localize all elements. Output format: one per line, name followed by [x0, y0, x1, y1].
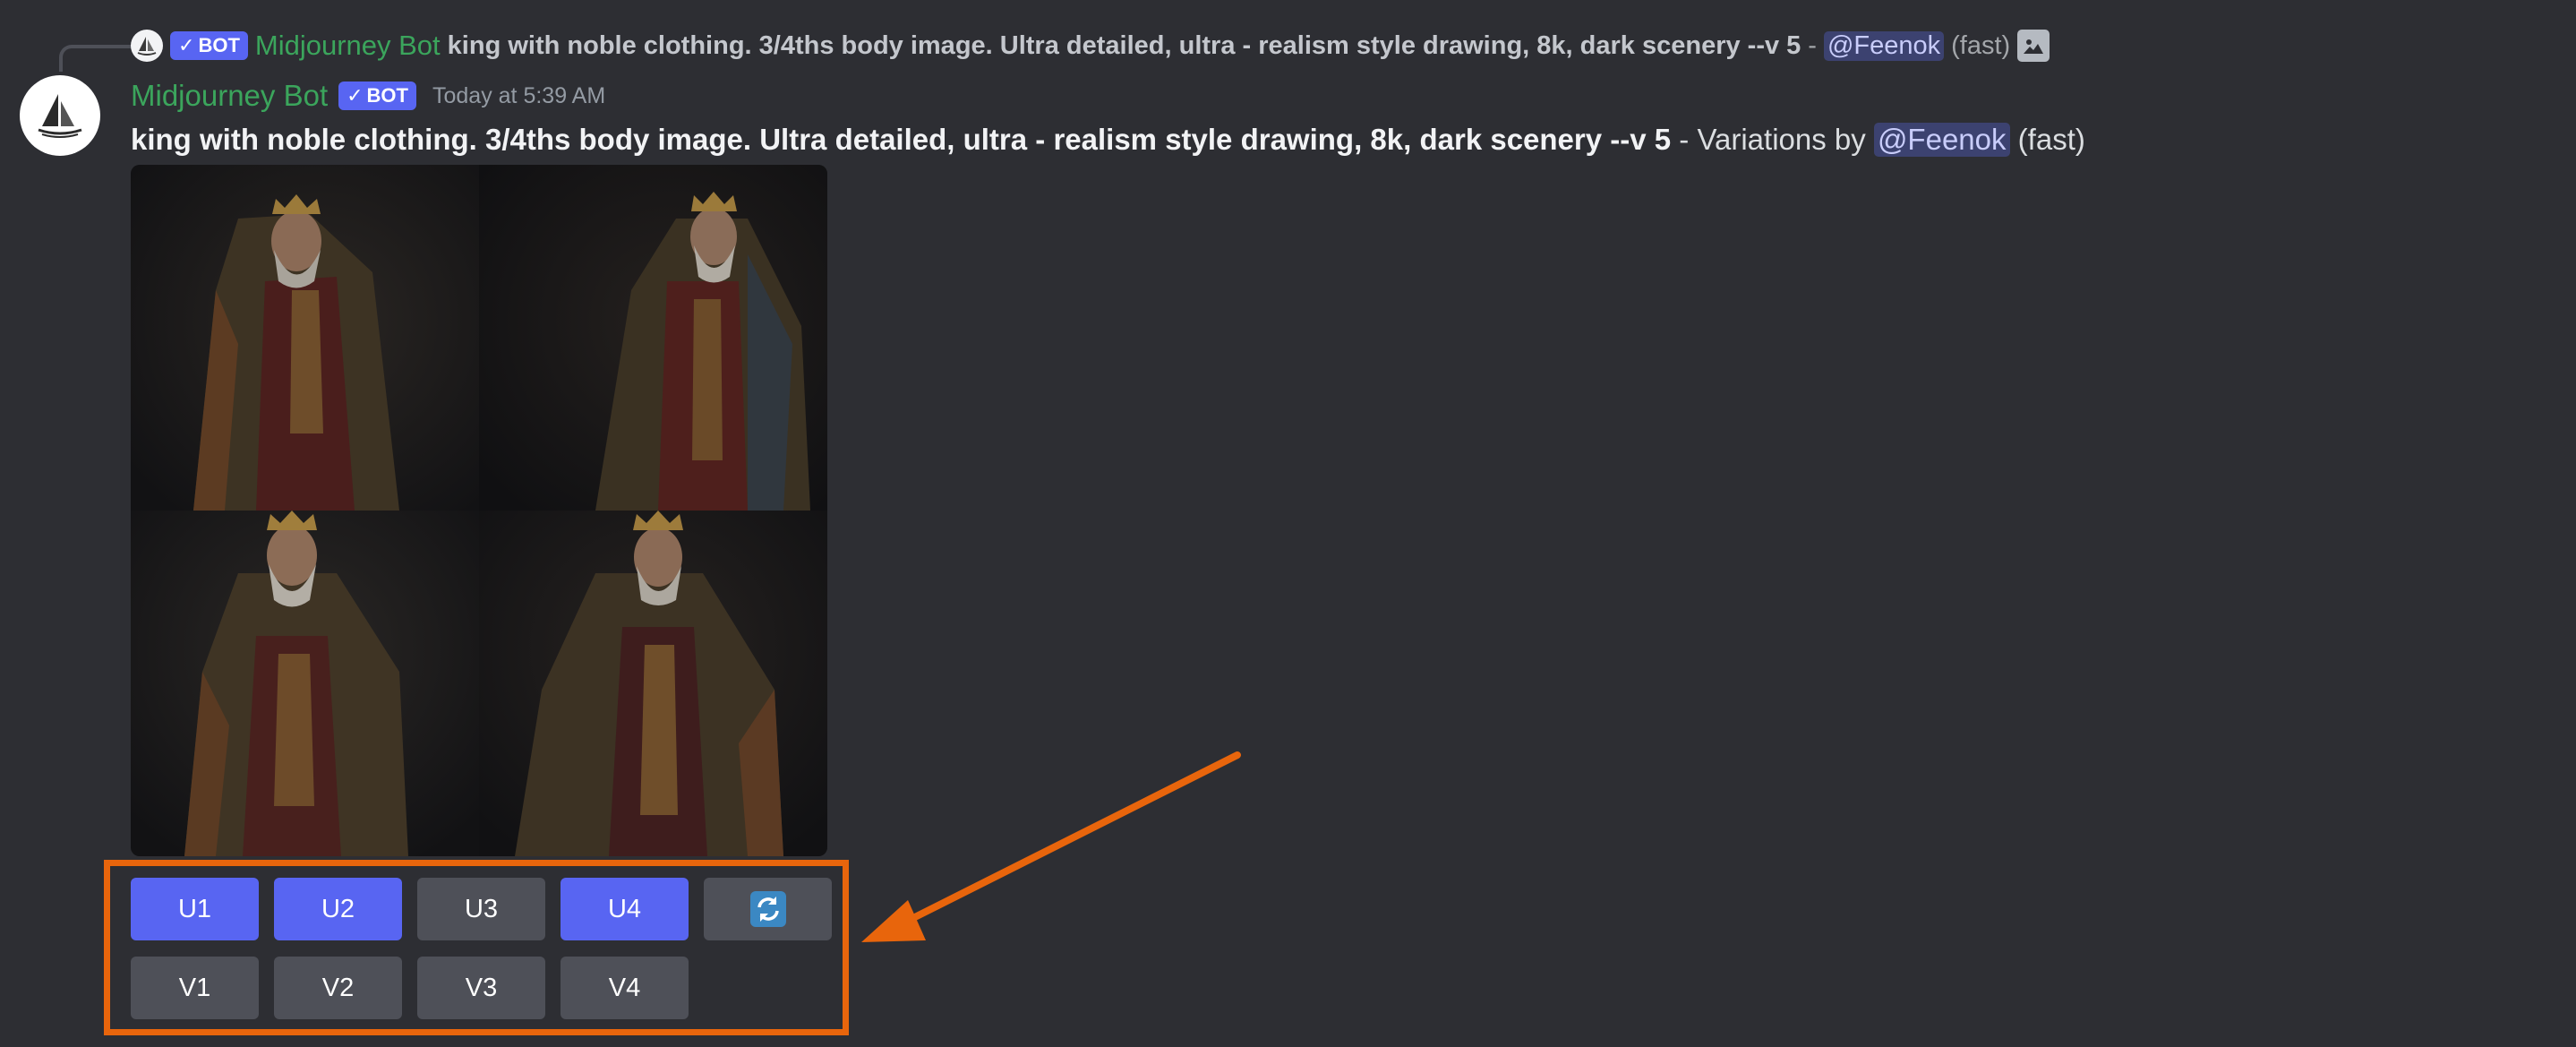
upscale-button-row: U1 U2 U3 U4	[131, 878, 832, 940]
reply-speed: (fast)	[1951, 30, 2011, 60]
reply-prompt-text[interactable]: king with noble clothing. 3/4ths body im…	[448, 31, 1801, 61]
sailboat-icon	[137, 37, 157, 56]
action-buttons: U1 U2 U3 U4 V1 V2 V3 V4	[131, 878, 832, 1035]
replied-message[interactable]: ✓ BOT Midjourney Bot king with noble clot…	[131, 25, 2050, 66]
verified-check-icon: ✓	[178, 34, 195, 56]
variation-4-button[interactable]: V4	[561, 957, 689, 1019]
image-tile-3	[131, 511, 479, 856]
sailboat-icon	[38, 94, 82, 138]
variation-3-button[interactable]: V3	[417, 957, 545, 1019]
variation-button-row: V1 V2 V3 V4	[131, 957, 832, 1019]
message-content: king with noble clothing. 3/4ths body im…	[131, 118, 2085, 161]
reroll-button[interactable]	[704, 878, 832, 940]
image-tile-2	[479, 165, 827, 511]
variation-2-button[interactable]: V2	[274, 957, 402, 1019]
bot-badge: ✓ BOT	[338, 82, 416, 110]
variation-1-button[interactable]: V1	[131, 957, 259, 1019]
message-prompt: king with noble clothing. 3/4ths body im…	[131, 123, 1672, 156]
upscale-4-button[interactable]: U4	[561, 878, 689, 940]
author-username[interactable]: Midjourney Bot	[131, 79, 328, 113]
message-header: Midjourney Bot ✓ BOT Today at 5:39 AM	[131, 73, 605, 118]
image-attachment-grid[interactable]	[131, 165, 827, 856]
image-icon	[2017, 30, 2050, 62]
message-mention[interactable]: @Feenok	[1873, 123, 2010, 157]
upscale-2-button[interactable]: U2	[274, 878, 402, 940]
upscale-3-button[interactable]: U3	[417, 878, 545, 940]
reply-bot-name[interactable]: Midjourney Bot	[255, 30, 441, 62]
message-suffix: - Variations by	[1671, 123, 1874, 156]
message-timestamp[interactable]: Today at 5:39 AM	[432, 83, 605, 109]
image-tile-4	[479, 511, 827, 856]
reply-separator: -	[1808, 30, 1817, 60]
message-speed: (fast)	[2009, 123, 2085, 156]
upscale-1-button[interactable]: U1	[131, 878, 259, 940]
reply-mention[interactable]: @Feenok	[1823, 30, 1945, 61]
image-tile-1	[131, 165, 479, 511]
bot-avatar[interactable]	[20, 75, 100, 156]
reply-connector-line	[59, 45, 133, 72]
reroll-icon	[749, 891, 786, 927]
reply-avatar[interactable]	[131, 30, 163, 62]
verified-check-icon: ✓	[347, 84, 364, 107]
bot-badge: ✓ BOT	[170, 31, 248, 60]
